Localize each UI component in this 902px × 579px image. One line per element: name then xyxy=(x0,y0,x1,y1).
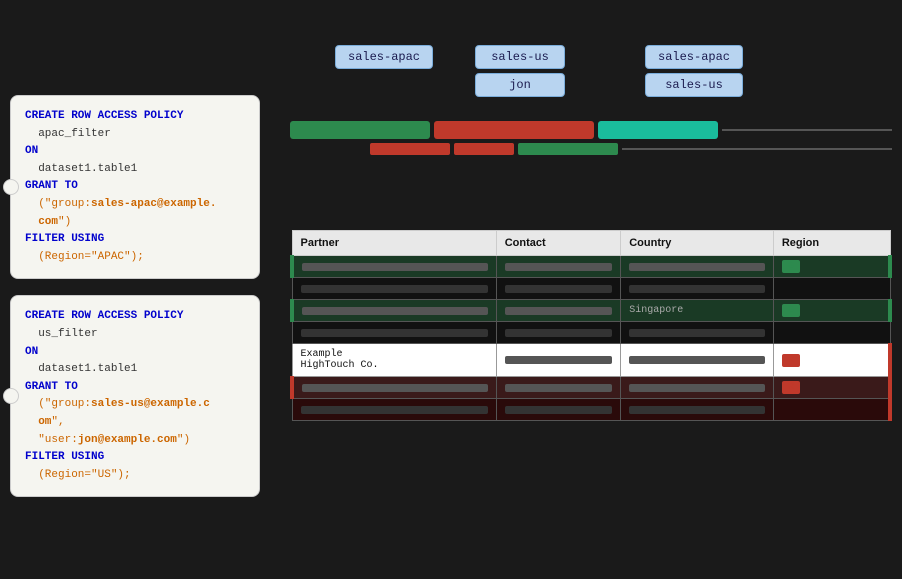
table-row xyxy=(292,399,890,421)
right-panel: sales-apac sales-us jon sales-apac sales… xyxy=(270,0,902,579)
badge-sales-us: sales-us xyxy=(475,45,565,69)
col-header-region: Region xyxy=(773,231,890,256)
keyword-create-2: CREATE ROW ACCESS POLICY xyxy=(25,310,183,322)
col-header-country: Country xyxy=(621,231,774,256)
cell-region-3b xyxy=(773,322,890,344)
cell-contact-2 xyxy=(496,278,621,300)
keyword-grant-2: GRANT TO xyxy=(25,381,78,393)
cell-country-2 xyxy=(621,278,774,300)
badge-group-apac: sales-apac xyxy=(335,45,433,69)
cell-partner-3b xyxy=(292,322,496,344)
keyword-grant-1: GRANT TO xyxy=(25,180,78,192)
badge-sales-apac: sales-apac xyxy=(335,45,433,69)
data-table: Partner Contact Country Region G xyxy=(290,230,892,421)
bar-visualization xyxy=(290,120,892,158)
table-ref-1: dataset1.table1 xyxy=(25,163,137,175)
cell-country-6 xyxy=(621,399,774,421)
left-panel: CREATE ROW ACCESS POLICY apac_filter ON … xyxy=(0,85,270,579)
table-row-highlight: ExampleHighTouch Co. R xyxy=(292,344,890,377)
code-block-apac: CREATE ROW ACCESS POLICY apac_filter ON … xyxy=(10,95,260,279)
cell-contact-5 xyxy=(496,377,621,399)
policy-name-2: us_filter xyxy=(25,328,98,340)
keyword-filter-2: FILTER USING xyxy=(25,451,104,463)
table-area: Partner Contact Country Region G xyxy=(290,230,892,569)
cell-region-2 xyxy=(773,278,890,300)
keyword-create-1: CREATE ROW ACCESS POLICY xyxy=(25,110,183,122)
cell-country-3b xyxy=(621,322,774,344)
main-container: CREATE ROW ACCESS POLICY apac_filter ON … xyxy=(0,0,902,579)
cell-partner-5 xyxy=(292,377,496,399)
keyword-on-2: ON xyxy=(25,346,38,358)
table-row xyxy=(292,322,890,344)
cell-partner-4: ExampleHighTouch Co. xyxy=(292,344,496,377)
filter-expr-2: (Region="US"); xyxy=(25,469,131,481)
cell-region-3: G xyxy=(773,300,890,322)
cell-partner-6 xyxy=(292,399,496,421)
policy-name-1: apac_filter xyxy=(25,128,111,140)
keyword-filter-1: FILTER USING xyxy=(25,233,104,245)
badge-sales-apac-2: sales-apac xyxy=(645,45,743,69)
cell-country-5 xyxy=(621,377,774,399)
col-header-partner: Partner xyxy=(292,231,496,256)
cell-partner-2 xyxy=(292,278,496,300)
badge-group-combined: sales-apac sales-us xyxy=(645,45,743,97)
badge-group-us-jon: sales-us jon xyxy=(475,45,565,97)
cell-region-1: G xyxy=(773,256,890,278)
table-header-row: Partner Contact Country Region xyxy=(292,231,890,256)
cell-contact-3 xyxy=(496,300,621,322)
cell-contact-6 xyxy=(496,399,621,421)
cell-contact-3b xyxy=(496,322,621,344)
keyword-on-1: ON xyxy=(25,145,38,157)
cell-country-3: Singapore xyxy=(621,300,774,322)
cell-country-4 xyxy=(621,344,774,377)
grantee-2: ("group:sales-us@example.c om", "user:jo… xyxy=(25,398,210,445)
cell-contact-4 xyxy=(496,344,621,377)
cell-region-5: R xyxy=(773,377,890,399)
filter-expr-1: (Region="APAC"); xyxy=(25,251,144,263)
cell-country-1 xyxy=(621,256,774,278)
table-row: R xyxy=(292,377,890,399)
table-ref-2: dataset1.table1 xyxy=(25,363,137,375)
cell-partner-1 xyxy=(292,256,496,278)
cell-contact-1 xyxy=(496,256,621,278)
table-row xyxy=(292,278,890,300)
table-row: G xyxy=(292,256,890,278)
col-header-contact: Contact xyxy=(496,231,621,256)
table-row: Singapore G xyxy=(292,300,890,322)
cell-region-6 xyxy=(773,399,890,421)
code-block-us: CREATE ROW ACCESS POLICY us_filter ON da… xyxy=(10,295,260,497)
cell-partner-3 xyxy=(292,300,496,322)
badge-sales-us-2: sales-us xyxy=(645,73,743,97)
badge-jon: jon xyxy=(475,73,565,97)
cell-region-4: R xyxy=(773,344,890,377)
grantee-1: ("group:sales-apac@example. com") xyxy=(25,198,216,228)
top-visualization: sales-apac sales-us jon sales-apac sales… xyxy=(290,10,892,230)
